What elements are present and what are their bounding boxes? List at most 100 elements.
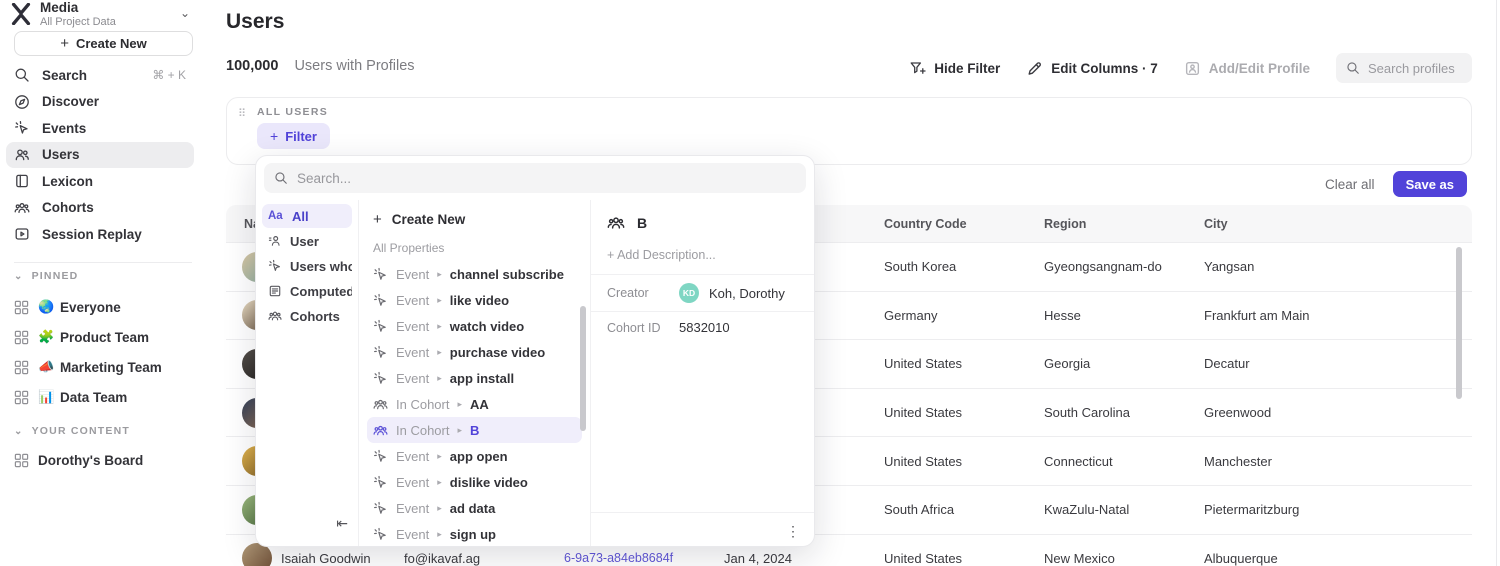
cell-city: Yangsan [1186,259,1472,274]
add-filter-button[interactable]: + Filter [257,123,330,149]
cell-country: United States [866,454,1026,469]
pinned-section: ⌄ PINNED 🌏 Everyone 🧩 Product Team 📣 [14,270,194,412]
board-grid-icon [14,360,29,375]
filter-option-app-open[interactable]: Event▸app open [367,443,582,469]
cell-city: Frankfurt am Main [1186,308,1472,323]
sidebar-item-lexicon[interactable]: Lexicon [6,168,194,195]
compass-icon [14,94,30,110]
pencil-icon [1026,60,1043,77]
filter-dropdown: Aa All User Users who di... Computed Coh… [255,155,815,547]
add-edit-profile-button[interactable]: Add/Edit Profile [1184,60,1310,77]
filter-option-channel-subscribe[interactable]: Event▸channel subscribe [367,261,582,287]
dropdown-create-new-button[interactable]: + Create New [367,206,582,232]
creator-name: Koh, Dorothy [709,286,785,301]
category-all[interactable]: Aa All [262,204,352,228]
filter-option-purchase-video[interactable]: Event▸purchase video [367,339,582,365]
hide-filter-button[interactable]: Hide Filter [909,60,1000,77]
clear-all-button[interactable]: Clear all [1325,177,1375,192]
category-computed[interactable]: Computed [262,279,352,303]
filter-option-sign-up[interactable]: Event▸sign up [367,521,582,547]
column-header-region[interactable]: Region [1026,217,1186,231]
cell-city: Pietermaritzburg [1186,502,1472,517]
dropdown-search-input[interactable] [297,171,796,186]
cell-country: South Korea [866,259,1026,274]
cohorts-icon [268,309,282,323]
sidebar-board-dorothys-board[interactable]: Dorothy's Board [14,445,194,475]
sidebar-board-everyone[interactable]: 🌏 Everyone [14,292,194,322]
edit-columns-button[interactable]: Edit Columns · 7 [1026,60,1158,77]
filter-option-ad-data[interactable]: Event▸ad data [367,495,582,521]
chevron-down-icon: ⌄ [14,426,24,437]
sidebar: Media All Project Data ⌄ + Create New Se… [0,0,200,566]
search-icon [14,67,30,83]
sidebar-item-events[interactable]: Events [6,115,194,142]
filter-option-in-cohort-b[interactable]: In Cohort▸B [367,417,582,443]
cell-country: South Africa [866,502,1026,517]
cohort-id-value: 5832010 [679,320,730,335]
sidebar-item-search[interactable]: Search ⌘ + K [6,62,194,89]
computed-icon [268,284,282,298]
filter-group-label: ALL USERS [257,106,328,118]
workspace-switcher[interactable]: Media All Project Data ⌄ [8,0,194,30]
all-properties-label: All Properties [367,232,582,261]
cell-region: Gyeongsangnam-do [1026,259,1186,274]
your-content-header[interactable]: ⌄ YOUR CONTENT [14,425,194,437]
event-cursor-icon [373,475,388,490]
cell-region: New Mexico [1026,551,1186,566]
cohort-title: B [637,215,647,231]
user-count: 100,000 [226,58,278,74]
replay-icon [14,226,30,242]
filter-option-dislike-video[interactable]: Event▸dislike video [367,469,582,495]
filter-option-in-cohort-aa[interactable]: In Cohort▸AA [367,391,582,417]
pinned-header[interactable]: ⌄ PINNED [14,270,194,282]
category-cohorts[interactable]: Cohorts [262,304,352,328]
board-grid-icon [14,330,29,345]
filter-option-watch-video[interactable]: Event▸watch video [367,313,582,339]
save-as-button[interactable]: Save as [1393,171,1467,197]
cell-region: South Carolina [1026,405,1186,420]
sidebar-nav: Search ⌘ + K Discover Events Users Lexic… [6,62,194,248]
column-header-country-code[interactable]: Country Code [866,217,1026,231]
globe-emoji-icon: 🌏 [38,299,54,315]
sidebar-item-cohorts[interactable]: Cohorts [6,195,194,222]
creator-avatar: KD [679,283,699,303]
dropdown-search-box[interactable] [264,163,806,193]
filter-option-app-install[interactable]: Event▸app install [367,365,582,391]
workspace-name: Media [40,0,180,15]
chevron-down-icon: ⌄ [14,271,24,282]
search-profiles-input[interactable] [1368,61,1462,76]
sidebar-board-data-team[interactable]: 📊 Data Team [14,382,194,412]
list-scrollbar[interactable] [580,306,586,431]
cell-country: United States [866,356,1026,371]
event-cursor-icon [268,259,282,273]
sidebar-item-users[interactable]: Users [6,142,194,169]
column-header-city[interactable]: City [1186,217,1472,231]
header-actions: Hide Filter Edit Columns · 7 Add/Edit Pr… [909,53,1472,83]
more-options-icon[interactable]: ⋮ [786,524,800,538]
your-content-section: ⌄ YOUR CONTENT Dorothy's Board [14,425,194,475]
table-scrollbar[interactable] [1456,247,1462,399]
sidebar-item-session-replay[interactable]: Session Replay [6,221,194,248]
sidebar-board-product-team[interactable]: 🧩 Product Team [14,322,194,352]
category-users-who-did[interactable]: Users who di... [262,254,352,278]
collapse-panel-icon[interactable]: ⇤ [336,515,348,532]
create-new-button[interactable]: + Create New [14,31,193,56]
cohort-detail-panel: B + Add Description... Creator KD Koh, D… [591,200,814,546]
aa-icon: Aa [268,210,284,222]
cohorts-icon [14,200,30,216]
event-cursor-icon [373,449,388,464]
add-description-button[interactable]: + Add Description... [591,232,814,274]
search-profiles-box[interactable] [1336,53,1472,83]
cohorts-icon [373,423,388,438]
cohorts-icon [607,214,625,232]
project-name: All Project Data [40,16,180,28]
cell-region: Connecticut [1026,454,1186,469]
sidebar-item-discover[interactable]: Discover [6,89,194,116]
users-icon [14,147,30,163]
chevron-right-icon: ▸ [437,269,442,280]
search-icon [274,171,288,185]
filter-option-like-video[interactable]: Event▸like video [367,287,582,313]
drag-handle-icon[interactable]: ⠿ [238,107,246,120]
category-user[interactable]: User [262,229,352,253]
sidebar-board-marketing-team[interactable]: 📣 Marketing Team [14,352,194,382]
